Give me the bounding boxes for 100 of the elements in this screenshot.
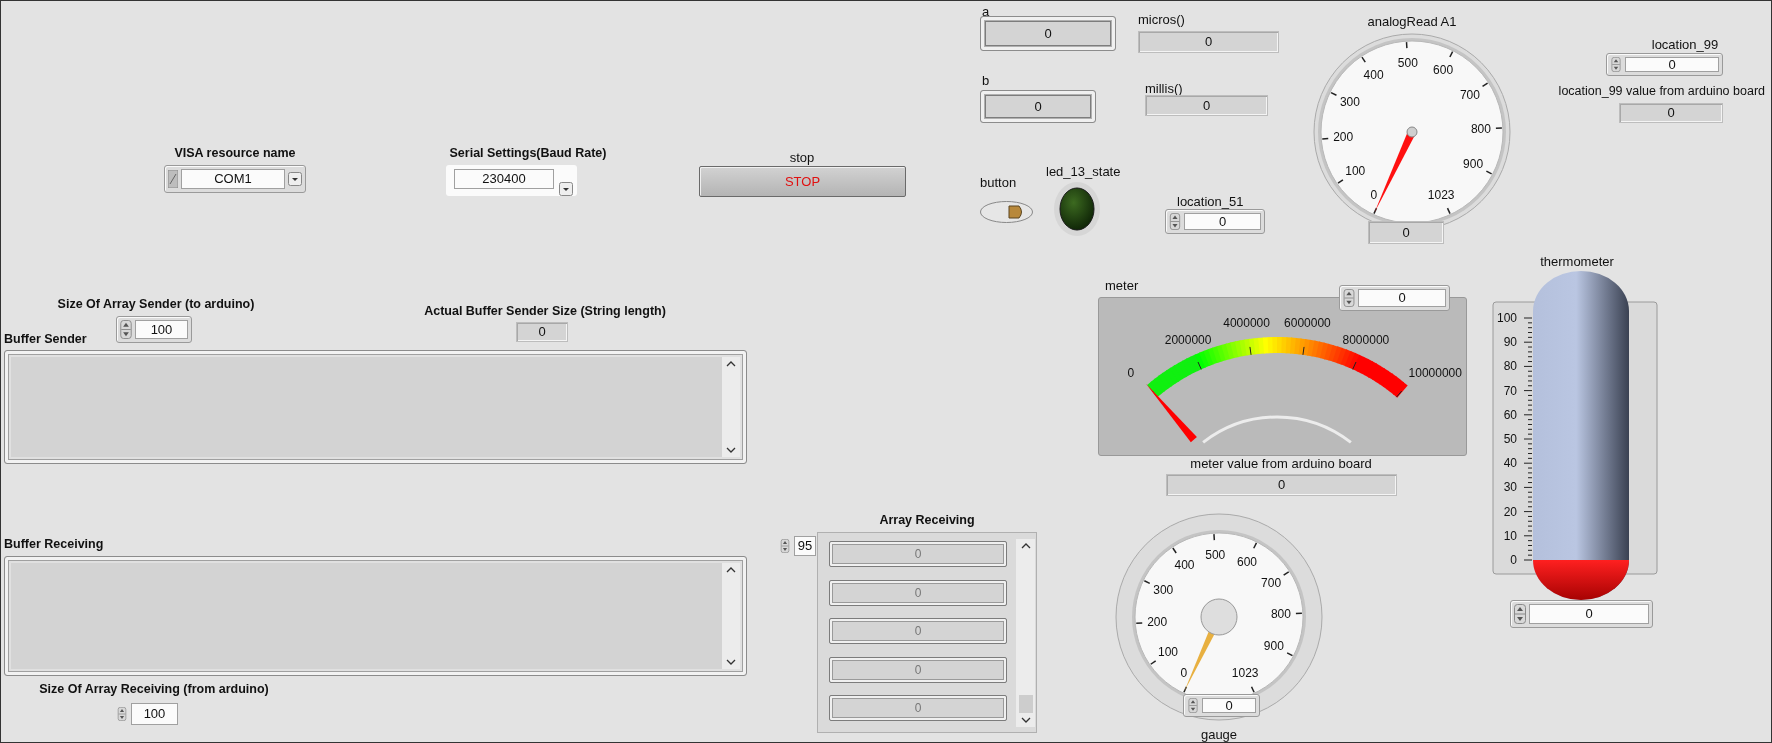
dropdown-icon[interactable]: [559, 182, 573, 196]
numeric-field[interactable]: 100: [135, 320, 188, 339]
control-label: millis(): [1145, 81, 1183, 96]
scrollbar[interactable]: [722, 357, 740, 457]
scale-label: 10: [1503, 528, 1517, 543]
scroll-down-icon[interactable]: [1020, 717, 1031, 724]
scale-label: 6000000: [1284, 316, 1331, 331]
control-label: Buffer Sender: [4, 332, 87, 347]
scale-label: 700: [1459, 87, 1480, 102]
scale-label: 60: [1503, 407, 1517, 422]
scroll-up-icon[interactable]: [726, 566, 736, 573]
numeric-field[interactable]: 0: [1529, 604, 1649, 624]
scroll-up-icon[interactable]: [1020, 542, 1031, 549]
increment-arrows[interactable]: [1514, 604, 1526, 624]
numeric-indicator: 0: [1166, 474, 1397, 496]
increment-arrows[interactable]: [1187, 698, 1199, 713]
array-element: 0: [829, 618, 1007, 644]
increment-arrows[interactable]: [1343, 289, 1355, 307]
increment-arrows[interactable]: [120, 320, 132, 339]
scroll-down-icon[interactable]: [726, 447, 736, 454]
numeric-field[interactable]: 0: [1358, 289, 1446, 307]
numeric-indicator: 0: [980, 16, 1116, 51]
array-element: 0: [829, 695, 1007, 721]
scale-label: 90: [1503, 335, 1517, 350]
scrollbar[interactable]: [722, 563, 740, 669]
scale-label: 70: [1503, 383, 1517, 398]
array-element: 0: [829, 541, 1007, 567]
dial-knob: [1200, 598, 1238, 636]
numeric-control[interactable]: 0: [1183, 694, 1260, 717]
numeric-indicator: 0: [1138, 31, 1279, 53]
scale-label: 800: [1470, 121, 1491, 136]
scroll-thumb[interactable]: [1018, 695, 1033, 713]
scale-label: 900: [1263, 638, 1284, 653]
scale-label: 500: [1397, 56, 1418, 71]
scale-label: 30: [1503, 480, 1517, 495]
increment-arrows[interactable]: [1610, 57, 1622, 72]
control-label: button: [980, 175, 1017, 190]
scale-label: 0: [1127, 365, 1135, 380]
scroll-down-icon[interactable]: [726, 659, 736, 666]
control-label: gauge: [1200, 727, 1238, 742]
scale-label: 0: [1370, 187, 1378, 202]
baud-rate-field[interactable]: 230400: [454, 169, 554, 189]
scroll-up-icon[interactable]: [726, 360, 736, 367]
control-label: location_99 value from arduino board: [1558, 84, 1765, 99]
control-label: Array Receiving: [879, 513, 975, 528]
control-label: analogRead A1: [1367, 14, 1457, 29]
scale-label: 100: [1158, 645, 1179, 660]
numeric-control[interactable]: 0: [1339, 285, 1450, 311]
scale-label: 1023: [1427, 187, 1455, 202]
scale-label: 100: [1345, 164, 1366, 179]
control-label: a: [982, 4, 990, 19]
scale-label: 300: [1153, 582, 1174, 597]
numeric-field[interactable]: 0: [1202, 698, 1256, 713]
control-label: location_51: [1177, 194, 1244, 209]
scale-label: 200: [1333, 130, 1354, 145]
numeric-control[interactable]: 100: [116, 316, 192, 343]
numeric-control[interactable]: 0: [1510, 600, 1653, 628]
numeric-field[interactable]: 0: [1625, 57, 1719, 72]
resource-combobox[interactable]: COM1: [164, 165, 306, 193]
increment-arrows[interactable]: [779, 539, 791, 553]
numeric-indicator: 0: [1145, 95, 1268, 116]
numeric-control[interactable]: 0: [1165, 209, 1265, 234]
scale-label: 10000000: [1408, 365, 1462, 380]
scale-label: 100: [1496, 311, 1517, 325]
numeric-control[interactable]: 100: [116, 703, 178, 725]
index-control[interactable]: 95: [778, 535, 817, 557]
needle: [1145, 383, 1197, 443]
numeric-control[interactable]: 0: [1606, 53, 1723, 76]
numeric-field[interactable]: 0: [1184, 213, 1261, 230]
scale-label: 400: [1363, 67, 1384, 82]
control-label: led_13_state: [1046, 164, 1121, 179]
scale-label: 300: [1339, 94, 1360, 109]
scale-label: 900: [1463, 157, 1484, 172]
dropdown-icon[interactable]: [288, 172, 302, 186]
numeric-field[interactable]: 100: [131, 703, 178, 725]
scale-label: 400: [1174, 558, 1195, 573]
increment-arrows[interactable]: [1169, 213, 1181, 230]
increment-arrows[interactable]: [116, 707, 128, 721]
array-element: 0: [829, 656, 1007, 683]
control-label: location_99: [1651, 37, 1719, 52]
scale-label: 50: [1503, 432, 1517, 446]
control-label: stop: [789, 150, 815, 165]
scale-label: 8000000: [1342, 333, 1390, 348]
control-label: Size Of Array Receiving (from arduino): [39, 682, 269, 697]
control-label: Serial Settings(Baud Rate): [449, 146, 607, 161]
scale-label: 2000000: [1164, 333, 1212, 348]
numeric-field[interactable]: 95: [794, 536, 816, 556]
scale-label: 80: [1503, 359, 1517, 374]
scale-label: 40: [1503, 456, 1517, 471]
numeric-indicator: 0: [980, 90, 1096, 123]
io-icon: [168, 170, 178, 188]
dial-knob: [1406, 126, 1418, 138]
control-label: VISA resource name: [174, 146, 296, 161]
combobox-value: COM1: [181, 169, 285, 189]
control-label: thermometer: [1540, 254, 1614, 269]
toggle-switch[interactable]: [980, 201, 1033, 223]
numeric-indicator: 0: [1368, 221, 1444, 244]
control-label: Actual Buffer Sender Size (String length): [424, 304, 666, 319]
scale-label: 600: [1433, 63, 1454, 78]
scrollbar[interactable]: [1016, 539, 1035, 727]
